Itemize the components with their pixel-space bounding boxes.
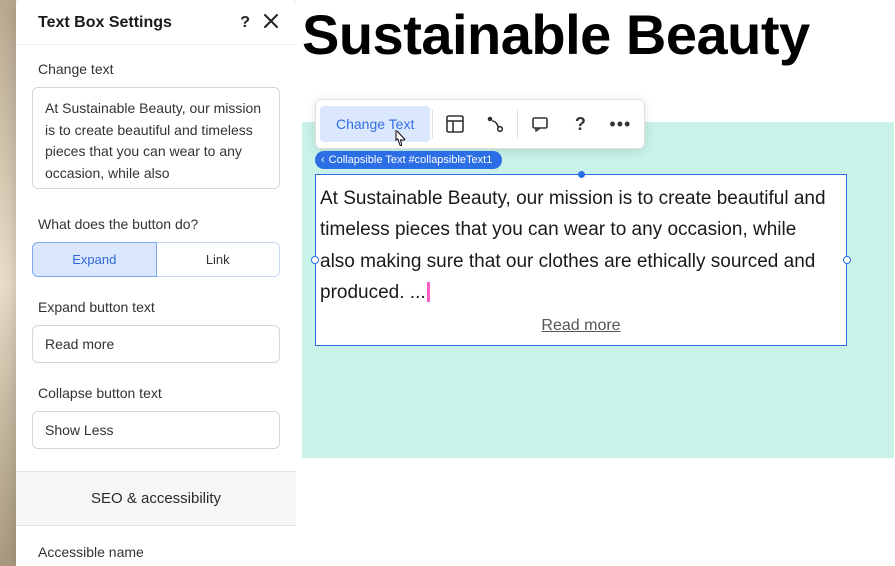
change-text-textarea[interactable] bbox=[32, 87, 280, 189]
page-heading[interactable]: Sustainable Beauty bbox=[302, 2, 810, 67]
accessible-name-label: Accessible name bbox=[38, 544, 274, 560]
toolbar-separator bbox=[517, 110, 518, 138]
chevron-left-icon: ‹ bbox=[321, 154, 325, 166]
comment-icon[interactable] bbox=[520, 104, 560, 144]
expand-button-text-field: Expand button text bbox=[32, 299, 280, 363]
layout-icon[interactable] bbox=[435, 104, 475, 144]
collapse-button-text-field: Collapse button text bbox=[32, 385, 280, 449]
more-options-icon[interactable]: ••• bbox=[600, 104, 640, 144]
panel-title: Text Box Settings bbox=[38, 14, 172, 32]
toolbar-help-icon[interactable]: ? bbox=[560, 104, 600, 144]
selection-left-handle[interactable] bbox=[311, 256, 319, 264]
change-text-field: Change text bbox=[32, 61, 280, 194]
panel-header-icons: ? bbox=[240, 14, 278, 32]
help-icon[interactable]: ? bbox=[240, 15, 250, 31]
collapsible-text-element[interactable]: At Sustainable Beauty, our mission is to… bbox=[315, 174, 847, 346]
text-caret bbox=[428, 283, 429, 301]
expand-option[interactable]: Expand bbox=[32, 242, 157, 277]
selection-top-handle[interactable] bbox=[578, 171, 585, 178]
accessible-name-field: Accessible name bbox=[32, 544, 280, 560]
panel-header: Text Box Settings ? bbox=[16, 0, 296, 45]
read-more-link[interactable]: Read more bbox=[316, 317, 846, 335]
button-question-label: What does the button do? bbox=[38, 216, 274, 232]
collapse-button-text-label: Collapse button text bbox=[38, 385, 274, 401]
paragraph-text: At Sustainable Beauty, our mission is to… bbox=[320, 188, 826, 303]
selection-tag[interactable]: ‹ Collapsible Text #collapsibleText1 bbox=[315, 151, 502, 169]
canvas-area: Sustainable Beauty Change Text ? ••• ‹ C… bbox=[296, 0, 895, 566]
selection-tag-label: Collapsible Text #collapsibleText1 bbox=[329, 154, 493, 166]
button-action-segment: Expand Link bbox=[32, 242, 280, 277]
seo-accessibility-section[interactable]: SEO & accessibility bbox=[16, 471, 296, 526]
toolbar-separator bbox=[432, 110, 433, 138]
button-action-field: What does the button do? Expand Link bbox=[32, 216, 280, 277]
text-box-settings-panel: Text Box Settings ? Change text What doe… bbox=[16, 0, 296, 566]
expand-button-text-input[interactable] bbox=[32, 325, 280, 363]
change-text-label: Change text bbox=[38, 61, 274, 77]
animation-icon[interactable] bbox=[475, 104, 515, 144]
element-toolbar: Change Text ? ••• bbox=[315, 99, 645, 149]
change-text-button[interactable]: Change Text bbox=[320, 106, 430, 142]
collapsible-text-content[interactable]: At Sustainable Beauty, our mission is to… bbox=[316, 175, 846, 308]
selection-right-handle[interactable] bbox=[843, 256, 851, 264]
expand-button-text-label: Expand button text bbox=[38, 299, 274, 315]
close-icon[interactable] bbox=[264, 14, 278, 32]
collapse-button-text-input[interactable] bbox=[32, 411, 280, 449]
panel-body: Change text What does the button do? Exp… bbox=[16, 45, 296, 566]
link-option[interactable]: Link bbox=[157, 242, 281, 277]
background-image-strip bbox=[0, 0, 16, 566]
